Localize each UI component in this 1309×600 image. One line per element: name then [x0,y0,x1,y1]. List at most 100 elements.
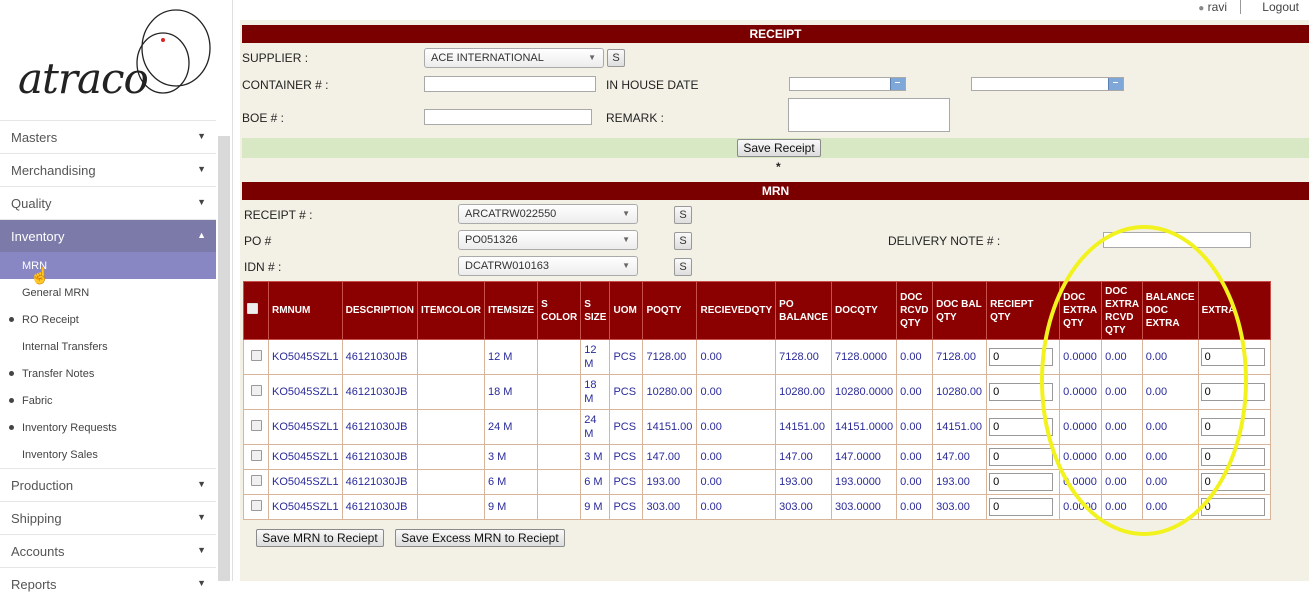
table-cell: 0.00 [896,469,934,495]
bullet-icon [9,317,14,322]
nav-production[interactable]: Production ▼ [0,468,216,501]
table-cell: 303.00 [642,494,698,520]
table-cell: 0.00 [1101,374,1143,410]
row-checkbox[interactable] [250,474,262,486]
po-search-button[interactable]: S [674,232,692,250]
table-cell: 0.00 [1141,469,1199,495]
chevron-down-icon: ▼ [622,261,630,270]
save-excess-mrn-button[interactable]: Save Excess MRN to Reciept [395,529,565,547]
caret-up-icon: ▲ [197,230,206,240]
receipt-header: RECEIPT [242,25,1309,43]
col-header: DESCRIPTION [341,281,419,340]
table-cell: PCS [609,339,644,375]
idn-select[interactable]: DCATRW010163 ▼ [458,256,638,276]
nav-accounts[interactable]: Accounts ▼ [0,534,216,567]
table-cell: 0.00 [1101,469,1143,495]
row-checkbox[interactable] [250,499,262,511]
user-menu[interactable]: ● ravi [1198,0,1227,14]
in-house-date-to[interactable] [971,77,1124,91]
delivery-note-label: DELIVERY NOTE # : [888,234,1001,248]
nav-sub-transfer-notes[interactable]: Transfer Notes [0,360,216,387]
logout-link[interactable]: Logout [1262,0,1299,14]
receipt-qty-input[interactable] [989,348,1054,366]
nav-sub-internal-transfers[interactable]: Internal Transfers [0,333,216,360]
row-checkbox[interactable] [250,449,262,461]
nav-sub-label: Inventory Sales [22,449,98,461]
nav-quality[interactable]: Quality ▼ [0,186,216,219]
extra-cell [1197,339,1271,375]
table-cell: 0.00 [696,444,777,470]
supplier-search-button[interactable]: S [607,49,625,67]
supplier-select[interactable]: ACE INTERNATIONAL ▼ [424,48,604,68]
extra-qty-input[interactable] [1200,348,1265,366]
extra-qty-input[interactable] [1200,498,1265,516]
select-all-checkbox[interactable] [247,303,258,314]
extra-qty-input[interactable] [1200,383,1265,401]
po-select[interactable]: PO051326 ▼ [458,230,638,250]
table-cell: 6 M [483,469,539,495]
nav-reports[interactable]: Reports ▼ [0,567,216,600]
row-checkbox[interactable] [250,349,262,361]
extra-qty-input[interactable] [1200,418,1265,436]
table-cell: 0.00 [1101,494,1143,520]
receipt-qty-cell [986,494,1061,520]
table-cell: 10280.00 [642,374,698,410]
table-cell: 46121030JB [341,339,419,375]
row-select-cell [243,494,269,520]
nav-inventory[interactable]: Inventory ▲ [0,219,216,252]
idn-search-button[interactable]: S [674,258,692,276]
nav-sub-fabric[interactable]: Fabric [0,387,216,414]
nav-label: Inventory [11,229,65,244]
table-cell: KO5045SZL1 [268,409,343,445]
calendar-icon[interactable] [890,78,905,90]
receipt-qty-input[interactable] [989,473,1054,491]
remark-textarea[interactable] [788,98,950,132]
table-cell [537,469,582,495]
receipt-search-button[interactable]: S [674,206,692,224]
select-all-header [243,281,269,340]
in-house-date-from[interactable] [789,77,906,91]
table-row: KO5045SZL1 46121030JB 3 M3 M PCS 147.00 0.00 1… [243,444,1271,470]
table-cell: 193.00 [642,469,698,495]
delivery-note-input[interactable] [1103,232,1251,248]
table-row: KO5045SZL1 46121030JB 9 M9 M PCS 303.00 0.00 3… [243,494,1271,520]
table-cell: 7128.0000 [831,339,898,375]
table-cell: 147.00 [932,444,988,470]
extra-qty-input[interactable] [1200,448,1265,466]
table-cell: KO5045SZL1 [268,374,343,410]
nav-sub-inventory-sales[interactable]: Inventory Sales [0,441,216,468]
extra-qty-input[interactable] [1200,473,1265,491]
table-cell: 303.00 [932,494,988,520]
nav-shipping[interactable]: Shipping ▼ [0,501,216,534]
receipt-qty-input[interactable] [989,383,1054,401]
nav-sub-mrn[interactable]: MRN ☝ [0,252,216,285]
col-header: PO BALANCE [775,281,833,340]
receipt-qty-input[interactable] [989,418,1054,436]
row-checkbox[interactable] [250,384,262,396]
table-cell: 303.00 [775,494,833,520]
receipt-number-select[interactable]: ARCATRW022550 ▼ [458,204,638,224]
save-mrn-button[interactable]: Save MRN to Reciept [256,529,384,547]
supplier-label: SUPPLIER : [242,51,309,65]
table-cell: 46121030JB [341,409,419,445]
nav-label: Shipping [11,511,62,526]
nav-sub-general-mrn[interactable]: General MRN [0,279,216,306]
row-checkbox[interactable] [250,419,262,431]
receipt-qty-cell [986,444,1061,470]
nav-masters[interactable]: Masters ▼ [0,120,216,153]
boe-input[interactable] [424,109,592,125]
save-receipt-button[interactable]: Save Receipt [737,139,821,157]
receipt-qty-input[interactable] [989,498,1054,516]
col-header: RMNUM [268,281,343,340]
receipt-qty-cell [986,374,1061,410]
calendar-icon[interactable] [1108,78,1123,90]
table-cell: PCS [609,409,644,445]
sidebar-scrollbar[interactable] [218,136,230,581]
table-cell: 7128.00 [932,339,988,375]
nav-sub-ro-receipt[interactable]: RO Receipt [0,306,216,333]
nav-sub-inventory-requests[interactable]: Inventory Requests [0,414,216,441]
receipt-qty-input[interactable] [989,448,1054,466]
container-input[interactable] [424,76,596,92]
nav-merchandising[interactable]: Merchandising ▼ [0,153,216,186]
caret-down-icon: ▼ [197,131,206,141]
